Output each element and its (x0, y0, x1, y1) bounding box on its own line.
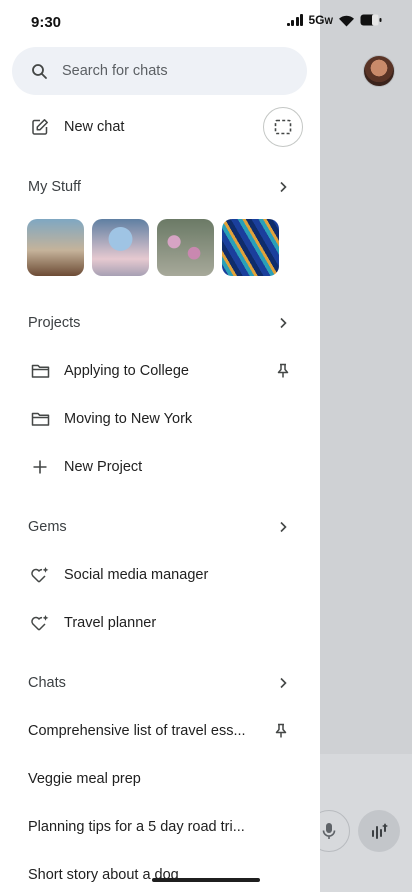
search-input[interactable]: Search for chats (62, 63, 168, 79)
status-time: 9:30 (31, 14, 62, 31)
gem-item[interactable]: Travel planner (0, 599, 320, 647)
chevron-right-icon (280, 521, 287, 533)
chat-item[interactable]: Planning tips for a 5 day road tri... (0, 807, 320, 847)
chat-item[interactable]: Veggie meal prep (0, 759, 320, 799)
chat-title: Comprehensive list of travel ess... (28, 723, 246, 739)
gem-heart-sparkle-icon (29, 564, 51, 586)
my-stuff-thumbnails (27, 219, 279, 276)
hummingbird-image[interactable] (27, 219, 84, 276)
pin-icon[interactable] (274, 723, 288, 739)
network-label: 5G (308, 13, 325, 27)
status-bar: 9:30 5GW (0, 0, 412, 46)
project-label: Moving to New York (64, 411, 193, 427)
home-indicator (152, 878, 260, 882)
chats-title: Chats (28, 675, 66, 691)
gem-item[interactable]: Social media manager (0, 551, 320, 599)
dashed-frame-icon (274, 119, 292, 135)
status-icons: 5GW (286, 13, 382, 27)
new-project-button[interactable]: New Project (0, 443, 320, 491)
flowers-image[interactable] (157, 219, 214, 276)
new-chat-label: New chat (64, 119, 125, 135)
battery-icon (360, 14, 382, 26)
temporary-chat-button[interactable] (263, 107, 303, 147)
navigation-drawer: Search for chats New chat My Stuff Proje… (0, 0, 320, 892)
portrait-image[interactable] (92, 219, 149, 276)
project-item[interactable]: Moving to New York (0, 395, 320, 443)
chat-item[interactable]: Comprehensive list of travel ess... (0, 711, 320, 751)
folder-icon (29, 408, 51, 430)
plus-icon (29, 456, 51, 478)
chevron-right-icon (280, 317, 287, 329)
chat-item[interactable]: Short story about a dog (0, 855, 320, 892)
gems-header[interactable]: Gems (0, 507, 320, 547)
gem-label: Travel planner (64, 615, 157, 631)
live-button[interactable] (358, 810, 400, 852)
network-suffix: W (324, 16, 334, 26)
my-stuff-title: My Stuff (28, 179, 81, 195)
folder-icon (29, 360, 51, 382)
project-item[interactable]: Applying to College (0, 347, 320, 395)
live-waveform-icon (372, 823, 388, 839)
projects-header[interactable]: Projects (0, 303, 320, 343)
chats-header[interactable]: Chats (0, 663, 320, 703)
cellular-signal-icon (286, 14, 304, 26)
microphone-icon (322, 823, 336, 839)
search-icon (32, 63, 47, 79)
avatar[interactable] (363, 55, 395, 87)
edit-icon (29, 116, 51, 138)
gem-label: Social media manager (64, 567, 209, 583)
peacock-feather-image[interactable] (222, 219, 279, 276)
new-project-label: New Project (64, 459, 143, 475)
gem-heart-sparkle-icon (29, 612, 51, 634)
my-stuff-header[interactable]: My Stuff (0, 167, 320, 207)
search-bar[interactable]: Search for chats (12, 47, 307, 95)
gems-title: Gems (28, 519, 67, 535)
chat-title: Planning tips for a 5 day road tri... (28, 819, 245, 835)
chat-title: Veggie meal prep (28, 771, 141, 787)
projects-title: Projects (28, 315, 81, 331)
network-type: 5GW (308, 13, 333, 27)
wifi-icon (339, 15, 354, 26)
pin-icon[interactable] (274, 362, 292, 380)
project-label: Applying to College (64, 363, 189, 379)
chevron-right-icon (280, 677, 287, 689)
chevron-right-icon (280, 181, 287, 193)
